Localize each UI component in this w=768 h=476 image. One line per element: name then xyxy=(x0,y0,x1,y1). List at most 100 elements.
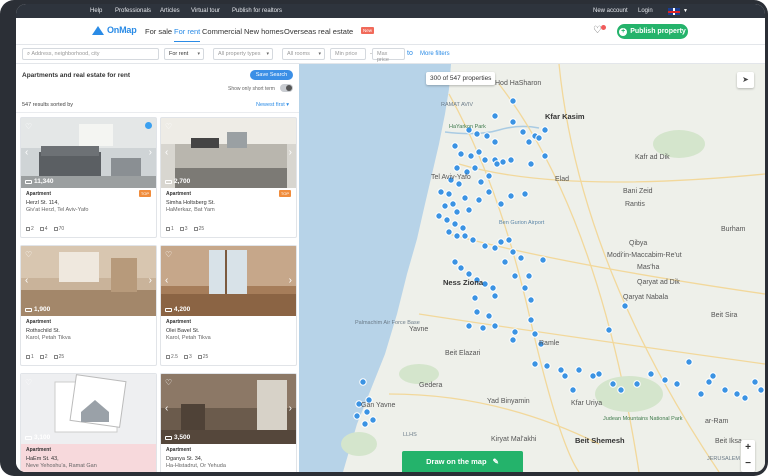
property-pin[interactable] xyxy=(481,242,489,250)
property-pin[interactable] xyxy=(455,180,463,188)
min-price-input[interactable]: Min price xyxy=(330,48,366,60)
property-pin[interactable] xyxy=(459,224,467,232)
property-pin[interactable] xyxy=(509,97,517,105)
property-pin[interactable] xyxy=(481,156,489,164)
property-pin[interactable] xyxy=(511,272,519,280)
property-pin[interactable] xyxy=(353,412,361,420)
nav-overseas[interactable]: Overseas real estate xyxy=(284,27,353,36)
listing-card[interactable]: ♡ ‹ › 3,500 Apartment Dganya St. 34, Ha-Histad… xyxy=(160,373,297,472)
property-type-select[interactable]: All property types ▾ xyxy=(213,48,273,60)
short-term-toggle[interactable] xyxy=(280,84,293,92)
property-pin[interactable] xyxy=(491,292,499,300)
property-pin[interactable] xyxy=(441,202,449,210)
articles-link[interactable]: Articles xyxy=(160,8,180,14)
nav-commercial[interactable]: Commercial xyxy=(202,27,242,36)
property-pin[interactable] xyxy=(363,408,371,416)
property-pin[interactable] xyxy=(493,160,501,168)
property-pin[interactable] xyxy=(569,386,577,394)
property-pin[interactable] xyxy=(705,378,713,386)
property-pin[interactable] xyxy=(359,378,367,386)
property-pin[interactable] xyxy=(527,296,535,304)
property-pin[interactable] xyxy=(647,370,655,378)
map-view[interactable]: Hod HaSharon Kfar Kasim RAMAT AVIV HaYarkon… xyxy=(299,64,765,472)
property-pin[interactable] xyxy=(467,152,475,160)
property-pin[interactable] xyxy=(521,190,529,198)
locate-icon[interactable]: ➤ xyxy=(737,72,754,88)
property-pin[interactable] xyxy=(465,322,473,330)
property-pin[interactable] xyxy=(531,330,539,338)
property-pin[interactable] xyxy=(575,366,583,374)
professionals-link[interactable]: Professionals xyxy=(115,8,151,14)
listing-card[interactable]: ♡ ‹ › 1,900 Apartment Rothschild St. Karol, Pe… xyxy=(20,245,157,366)
property-pin[interactable] xyxy=(491,322,499,330)
property-pin[interactable] xyxy=(595,370,603,378)
property-pin[interactable] xyxy=(609,380,617,388)
property-pin[interactable] xyxy=(509,336,517,344)
property-pin[interactable] xyxy=(617,386,625,394)
property-pin[interactable] xyxy=(621,302,629,310)
favorite-heart-icon[interactable]: ♡ xyxy=(165,378,172,387)
virtual-tour-link[interactable]: Virtual tour xyxy=(191,8,220,14)
property-pin[interactable] xyxy=(485,312,493,320)
save-search-button[interactable]: Save Search xyxy=(250,70,293,80)
property-pin[interactable] xyxy=(709,372,717,380)
property-pin[interactable] xyxy=(605,326,613,334)
property-pin[interactable] xyxy=(507,156,515,164)
property-pin[interactable] xyxy=(465,206,473,214)
property-pin[interactable] xyxy=(443,216,451,224)
login-link[interactable]: Login xyxy=(638,8,653,14)
property-pin[interactable] xyxy=(509,118,517,126)
property-pin[interactable] xyxy=(661,376,669,384)
property-pin[interactable] xyxy=(461,232,469,240)
property-pin[interactable] xyxy=(491,138,499,146)
property-pin[interactable] xyxy=(511,328,519,336)
property-pin[interactable] xyxy=(457,264,465,272)
property-pin[interactable] xyxy=(741,394,749,402)
property-pin[interactable] xyxy=(449,200,457,208)
favorite-heart-icon[interactable]: ♡ xyxy=(165,250,172,259)
property-pin[interactable] xyxy=(475,148,483,156)
property-pin[interactable] xyxy=(483,132,491,140)
property-pin[interactable] xyxy=(525,272,533,280)
property-pin[interactable] xyxy=(477,178,485,186)
property-pin[interactable] xyxy=(499,158,507,166)
property-pin[interactable] xyxy=(457,150,465,158)
favorite-heart-icon[interactable]: ♡ xyxy=(25,378,32,387)
property-pin[interactable] xyxy=(757,386,765,394)
property-pin[interactable] xyxy=(497,238,505,246)
search-input[interactable]: ⌕ Address, neighborhood, city xyxy=(22,48,159,60)
zoom-out-button[interactable]: − xyxy=(741,456,755,472)
property-pin[interactable] xyxy=(501,258,509,266)
property-pin[interactable] xyxy=(733,390,741,398)
property-pin[interactable] xyxy=(509,248,517,256)
property-pin[interactable] xyxy=(485,188,493,196)
property-pin[interactable] xyxy=(453,164,461,172)
help-link[interactable]: Help xyxy=(90,8,102,14)
property-pin[interactable] xyxy=(721,386,729,394)
property-pin[interactable] xyxy=(521,284,529,292)
chevron-left-icon[interactable]: ‹ xyxy=(165,147,168,158)
property-pin[interactable] xyxy=(525,138,533,146)
listing-card[interactable]: ♡ 3,100 Apartment HaEm St. 43, Neve Yehoshu'… xyxy=(20,373,157,472)
chevron-down-icon[interactable]: ▼ xyxy=(683,8,688,14)
nav-new-homes[interactable]: New homes xyxy=(244,27,284,36)
property-pin[interactable] xyxy=(437,188,445,196)
property-pin[interactable] xyxy=(479,324,487,332)
property-pin[interactable] xyxy=(541,126,549,134)
property-pin[interactable] xyxy=(519,128,527,136)
property-pin[interactable] xyxy=(471,164,479,172)
property-pin[interactable] xyxy=(507,192,515,200)
property-pin[interactable] xyxy=(589,372,597,380)
listing-card[interactable]: ♡ ‹ › 2,700 TOP Apartment Simha Holtsberg St. H… xyxy=(160,117,297,238)
property-pin[interactable] xyxy=(673,380,681,388)
property-pin[interactable] xyxy=(491,244,499,252)
chevron-right-icon[interactable]: › xyxy=(289,147,292,158)
property-pin[interactable] xyxy=(475,196,483,204)
property-pin[interactable] xyxy=(451,258,459,266)
property-pin[interactable] xyxy=(541,152,549,160)
property-pin[interactable] xyxy=(435,212,443,220)
property-pin[interactable] xyxy=(543,362,551,370)
nav-for-sale[interactable]: For sale xyxy=(145,27,172,36)
rooms-select[interactable]: All rooms ▾ xyxy=(282,48,325,60)
property-pin[interactable] xyxy=(751,378,759,386)
